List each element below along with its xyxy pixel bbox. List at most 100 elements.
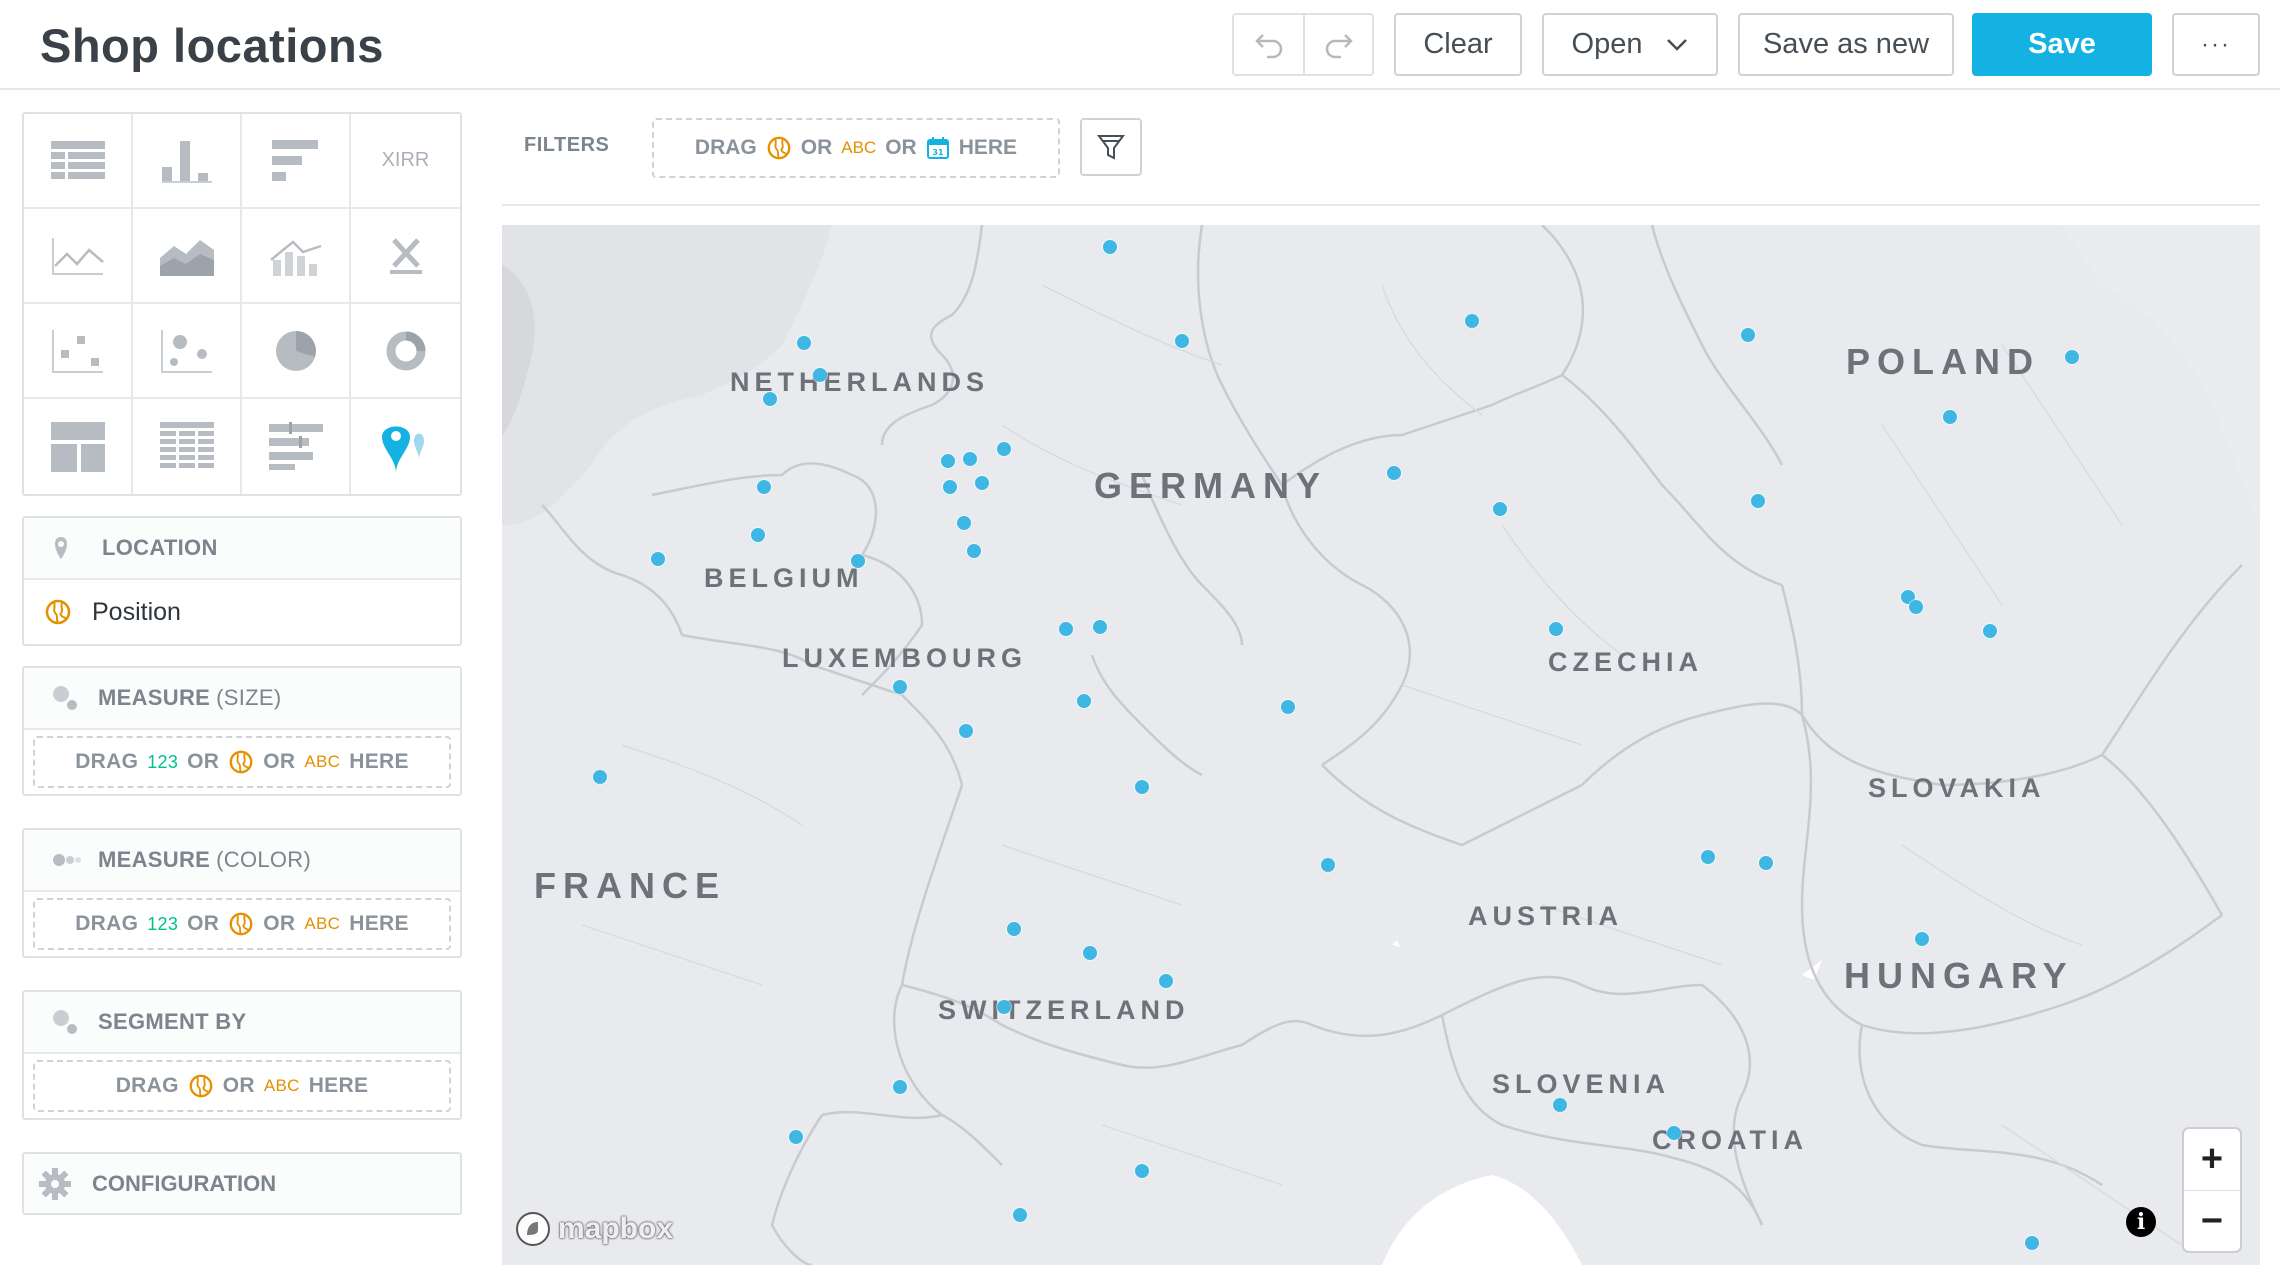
location-pin[interactable] [1553,1098,1567,1112]
vis-area-chart[interactable] [133,209,242,304]
location-pin[interactable] [757,480,771,494]
info-icon[interactable]: i [2126,1207,2156,1237]
location-pin[interactable] [967,544,981,558]
location-pin[interactable] [763,392,777,406]
location-pin[interactable] [2025,1236,2039,1250]
location-pin[interactable] [1159,974,1173,988]
open-button[interactable]: Open [1542,13,1718,76]
location-pin[interactable] [893,680,907,694]
location-pin[interactable] [1549,622,1563,636]
location-pin[interactable] [1013,1208,1027,1222]
clear-button[interactable]: Clear [1394,13,1522,76]
vis-table[interactable] [24,114,133,209]
location-pin[interactable] [975,476,989,490]
location-pin[interactable] [963,452,977,466]
location-pin[interactable] [1759,856,1773,870]
vis-bar-chart[interactable] [242,114,351,209]
location-pin[interactable] [1175,334,1189,348]
zoom-out-button[interactable]: − [2184,1190,2240,1251]
location-pin[interactable] [1135,780,1149,794]
vis-bullet-chart[interactable] [242,399,351,494]
vis-pie-chart[interactable] [242,304,351,399]
page-title[interactable]: Shop locations [40,18,384,73]
filter-button[interactable] [1080,118,1142,176]
vis-combo-chart[interactable] [242,209,351,304]
location-pin[interactable] [943,480,957,494]
location-pin[interactable] [1915,932,1929,946]
location-pin[interactable] [959,724,973,738]
vis-heatmap[interactable] [133,399,242,494]
location-pin[interactable] [1909,600,1923,614]
xirr-icon: XIRR [381,149,430,171]
location-pin[interactable] [1943,410,1957,424]
location-pin[interactable] [851,554,865,568]
vis-scatter-plot[interactable] [24,304,133,399]
location-pin[interactable] [1007,922,1021,936]
here-text: HERE [308,1074,369,1097]
location-pin[interactable] [797,336,811,350]
configuration-section[interactable]: CONFIGURATION [22,1152,462,1215]
location-pin[interactable] [1103,240,1117,254]
vis-donut-chart[interactable] [351,304,460,399]
location-pin[interactable] [1465,314,1479,328]
text-attribute-icon: ABC [841,138,877,157]
filter-dropzone[interactable]: DRAG OR ABC OR 31 HERE [652,118,1060,178]
location-pin[interactable] [1135,1164,1149,1178]
position-attribute-item[interactable]: Position [24,598,181,627]
undo-button[interactable] [1234,15,1303,74]
country-label-belgium: BELGIUM [704,563,864,593]
location-pin[interactable] [997,1000,1011,1014]
location-pin[interactable] [813,368,827,382]
vis-xirr[interactable]: XIRR [351,114,460,209]
save-as-new-button[interactable]: Save as new [1738,13,1954,76]
country-label-germany: GERMANY [1094,465,1328,506]
segment-icon [52,1009,82,1035]
headline-icon [389,237,422,274]
vis-treemap[interactable] [24,399,133,494]
undo-icon [1254,33,1282,58]
location-pin[interactable] [1741,328,1755,342]
vis-column-chart[interactable] [133,114,242,209]
location-pin[interactable] [1077,694,1091,708]
vis-bubble-chart[interactable] [133,304,242,399]
location-pin[interactable] [1493,502,1507,516]
measure-color-dropzone[interactable]: DRAG 123 OR OR ABC HERE [33,898,451,950]
geo-pushpin-map[interactable]: NETHERLANDS GERMANY POLAND BELGIUM LUXEM… [502,225,2260,1265]
calendar-icon: 31 [926,137,949,159]
location-pin[interactable] [997,442,1011,456]
location-pin[interactable] [1281,700,1295,714]
column-chart-icon [161,140,212,183]
vis-line-chart[interactable] [24,209,133,304]
location-pin[interactable] [893,1080,907,1094]
segment-by-bucket-header: SEGMENT BY [24,992,460,1052]
redo-button[interactable] [1303,15,1372,74]
save-button[interactable]: Save [1972,13,2152,76]
location-pin[interactable] [789,1130,803,1144]
position-item-label: Position [92,597,181,626]
location-pin[interactable] [1321,858,1335,872]
location-pin[interactable] [1983,624,1997,638]
vis-geo-pushpin[interactable] [351,399,460,494]
more-options-button[interactable]: ··· [2172,13,2260,76]
measure-size-dropzone[interactable]: DRAG 123 OR OR ABC HERE [33,736,451,788]
location-pin[interactable] [1093,620,1107,634]
location-pin[interactable] [1701,850,1715,864]
location-pin[interactable] [2065,350,2079,364]
measure-color-bucket-header: MEASURE (COLOR) [24,830,460,890]
location-pin[interactable] [1751,494,1765,508]
location-pin[interactable] [593,770,607,784]
location-pin[interactable] [1059,622,1073,636]
location-pin[interactable] [1083,946,1097,960]
location-pin[interactable] [1387,466,1401,480]
location-pin[interactable] [1667,1126,1681,1140]
size-measure-icon [52,685,82,711]
zoom-in-button[interactable]: + [2184,1129,2240,1190]
segment-by-dropzone[interactable]: DRAG OR ABC HERE [33,1060,451,1112]
vis-headline[interactable] [351,209,460,304]
location-pin[interactable] [941,454,955,468]
location-pin[interactable] [957,516,971,530]
table-icon [50,140,105,179]
location-pin[interactable] [751,528,765,542]
location-pin[interactable] [651,552,665,566]
mapbox-logo[interactable]: mapbox [514,1210,673,1248]
